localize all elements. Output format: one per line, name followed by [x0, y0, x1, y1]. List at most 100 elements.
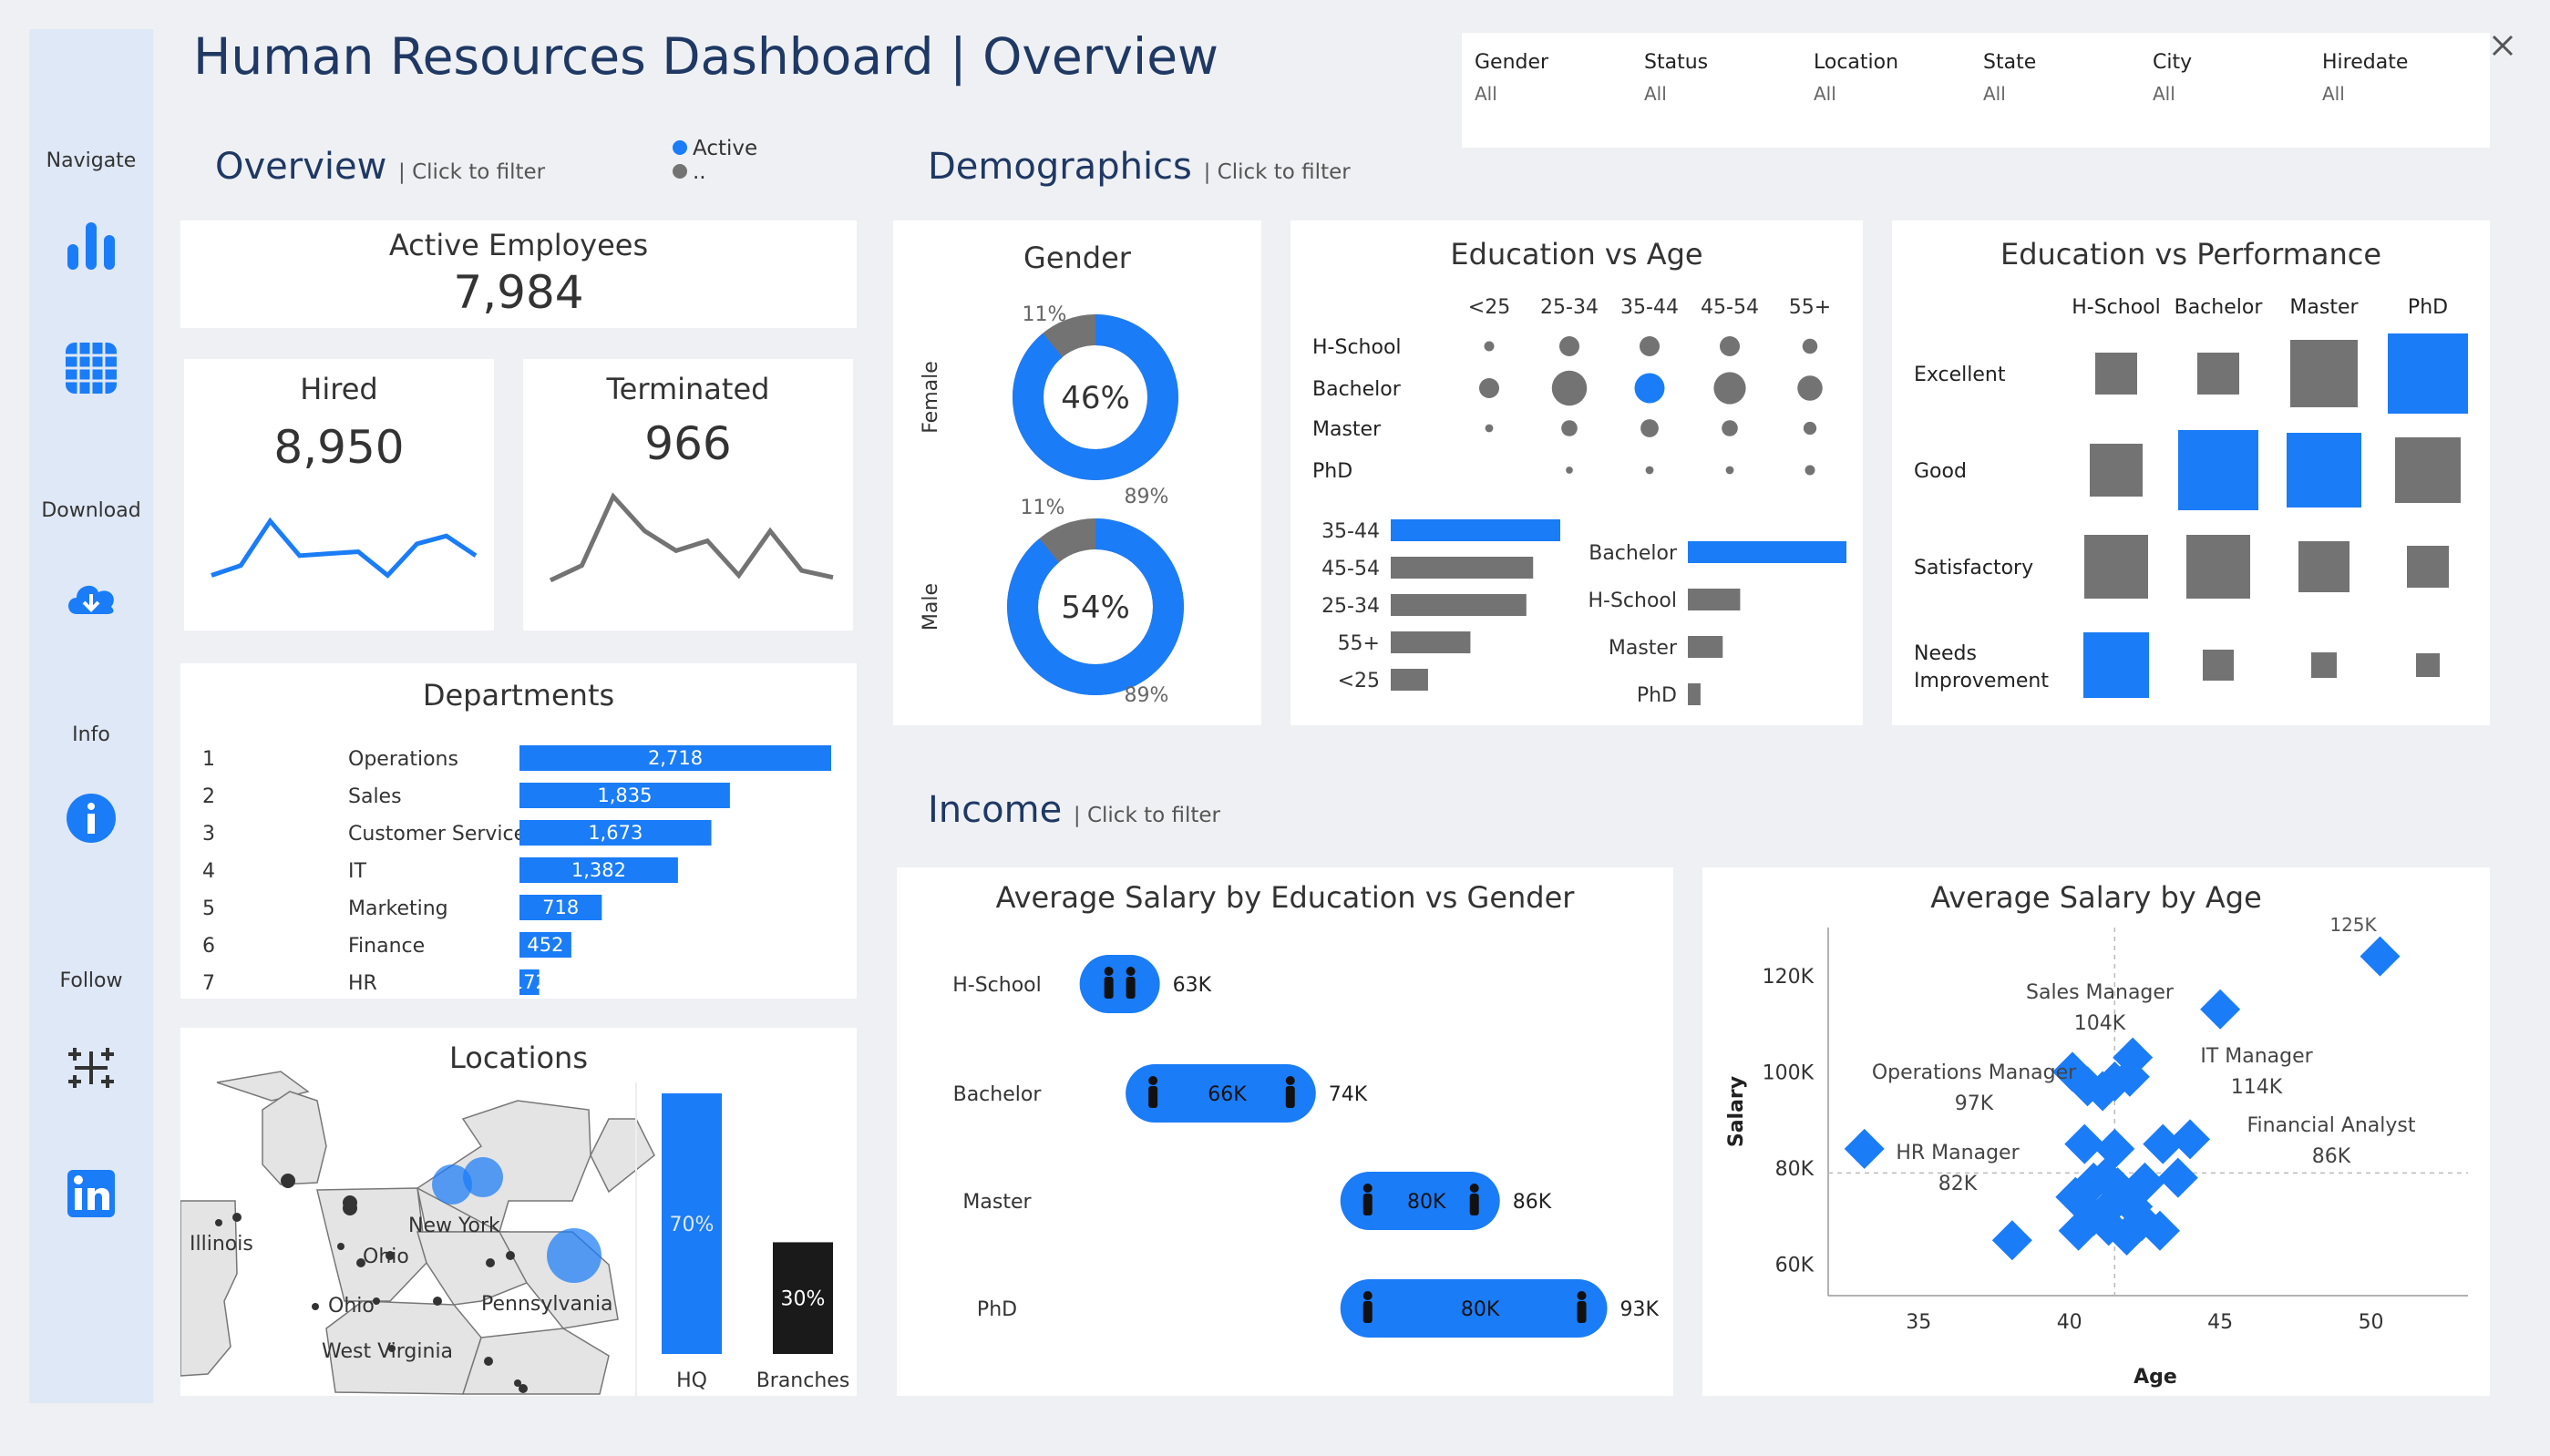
performance-square[interactable] [2311, 652, 2337, 678]
age-bar[interactable] [1391, 519, 1560, 541]
education-age-dot[interactable] [1645, 466, 1654, 475]
legend-other[interactable]: .. [673, 160, 757, 184]
department-row[interactable]: 5 Marketing 718 [202, 895, 602, 920]
education-age-dot[interactable] [1484, 341, 1495, 352]
performance-square[interactable] [2090, 444, 2143, 497]
education-age-dot[interactable] [1803, 421, 1817, 436]
salary-age-card[interactable]: Average Salary by Age 35 40 45 50 60K 80K 100K… [1702, 867, 2490, 1396]
education-age-dot[interactable] [1479, 378, 1499, 398]
department-row[interactable]: 6 Finance 452 [202, 932, 571, 958]
age-bar[interactable] [1391, 669, 1428, 691]
performance-square[interactable] [2084, 535, 2148, 599]
education-performance-chart[interactable]: H-School Bachelor Master PhD Excellent Good Sa… [1892, 220, 2490, 725]
scatter-point[interactable] [2200, 989, 2241, 1030]
scatter-point[interactable] [2360, 936, 2401, 977]
scatter-point[interactable] [2157, 1157, 2198, 1198]
gender-donut-male[interactable]: 54% 11% 89% [1007, 497, 1184, 707]
departments-card[interactable]: Departments 1 Operations 2,718 2 Sales 1,835 3… [180, 663, 857, 999]
filter-value[interactable]: All [1983, 83, 2036, 105]
income-section-header[interactable]: Income | Click to filter [928, 789, 1220, 831]
filter-hiredate[interactable]: Hiredate All [2322, 51, 2408, 105]
performance-square[interactable] [2197, 353, 2239, 395]
filter-value[interactable]: All [2322, 83, 2408, 105]
scatter-point[interactable] [1991, 1220, 2032, 1261]
gender-card[interactable]: Gender 46% 11% 89% 54% 11% 89% Female Male [893, 220, 1261, 725]
filter-location[interactable]: Location All [1814, 51, 1898, 105]
performance-square[interactable] [2416, 653, 2440, 677]
education-bar[interactable] [1688, 541, 1846, 563]
performance-square[interactable] [2203, 650, 2234, 681]
filter-value[interactable]: All [2153, 83, 2192, 105]
education-bar[interactable] [1688, 589, 1741, 610]
education-age-dot[interactable] [1720, 336, 1740, 356]
education-age-card[interactable]: Education vs Age <25 25-34 35-44 45-54 55+ H-… [1290, 220, 1863, 725]
department-row[interactable]: 3 Customer Service 1,673 [202, 820, 712, 846]
salary-education-card[interactable]: Average Salary by Education vs Gender H-… [897, 867, 1673, 1396]
performance-square[interactable] [2298, 541, 2349, 592]
filter-value[interactable]: All [1814, 83, 1898, 105]
education-bar[interactable] [1688, 683, 1701, 705]
gender-donuts[interactable]: 46% 11% 89% 54% 11% 89% Female Male [893, 220, 1261, 725]
salary-education-row[interactable]: Bachelor 66K 74K [953, 1064, 1368, 1123]
salary-education-chart[interactable]: H-School 63K Bachelor 66K 74K Master 80K 86K PhD… [897, 867, 1673, 1396]
linkedin-icon[interactable] [64, 1166, 118, 1221]
performance-square[interactable] [2186, 535, 2250, 599]
education-age-dot[interactable] [1805, 465, 1815, 476]
education-age-dot[interactable] [1551, 370, 1588, 406]
scatter-point[interactable] [2170, 1119, 2211, 1160]
education-age-dot[interactable] [1640, 336, 1660, 356]
education-age-dot[interactable] [1640, 419, 1659, 437]
legend-active[interactable]: Active [673, 137, 757, 160]
performance-square[interactable] [2395, 437, 2461, 503]
status-legend[interactable]: Active .. [673, 137, 757, 184]
salary-dumbbell[interactable] [1079, 955, 1160, 1013]
grid-icon[interactable] [64, 341, 118, 395]
education-age-chart[interactable]: <25 25-34 35-44 45-54 55+ H-School Bachelor Mas… [1290, 220, 1863, 725]
salary-education-row[interactable]: H-School 63K [952, 955, 1212, 1013]
performance-square[interactable] [2287, 433, 2361, 508]
education-age-dot[interactable] [1802, 338, 1818, 354]
performance-square[interactable] [2095, 353, 2137, 395]
education-age-dot[interactable] [1566, 467, 1573, 474]
demographics-section-header[interactable]: Demographics | Click to filter [928, 146, 1351, 188]
department-row[interactable]: 1 Operations 2,718 [202, 745, 831, 771]
education-bar[interactable] [1688, 636, 1723, 658]
info-icon[interactable] [64, 791, 118, 846]
age-bar[interactable] [1391, 594, 1527, 616]
education-age-dot[interactable] [1722, 420, 1738, 436]
education-age-dot[interactable] [1559, 336, 1579, 356]
gender-donut-female[interactable]: 46% 11% 89% [1013, 303, 1178, 508]
salary-education-row[interactable]: Master 80K 86K [962, 1172, 1552, 1230]
age-bar[interactable] [1391, 631, 1471, 653]
filter-value[interactable]: All [1644, 83, 1708, 105]
tableau-icon[interactable] [64, 1041, 118, 1095]
cloud-download-icon[interactable] [64, 569, 118, 623]
education-age-dot[interactable] [1713, 372, 1746, 405]
age-bar[interactable] [1391, 557, 1534, 579]
terminated-card[interactable]: Terminated 966 [523, 359, 853, 631]
scatter-point[interactable] [1844, 1128, 1885, 1169]
department-row[interactable]: 2 Sales 1,835 [202, 783, 730, 808]
performance-square[interactable] [2407, 546, 2449, 588]
department-row[interactable]: 4 IT 1,382 [202, 857, 678, 883]
departments-chart[interactable]: 1 Operations 2,718 2 Sales 1,835 3 Customer Ser… [180, 729, 857, 999]
scatter-point[interactable] [2064, 1123, 2105, 1164]
filter-state[interactable]: State All [1983, 51, 2036, 105]
performance-square[interactable] [2083, 632, 2149, 698]
close-button[interactable] [2484, 27, 2521, 64]
performance-square[interactable] [2290, 340, 2358, 407]
salary-education-row[interactable]: PhD 80K 93K [977, 1279, 1660, 1338]
filter-gender[interactable]: Gender All [1475, 51, 1548, 105]
education-age-dot[interactable] [1725, 466, 1734, 475]
department-row[interactable]: 7 HR 172 [202, 969, 548, 995]
active-employees-card[interactable]: Active Employees 7,984 [180, 220, 857, 328]
overview-section-header[interactable]: Overview | Click to filter [215, 146, 545, 188]
performance-square[interactable] [2388, 333, 2468, 414]
locations-card[interactable]: Locations Illinois Ohio New York Ohio Pe… [180, 1028, 857, 1396]
filter-city[interactable]: City All [2153, 51, 2192, 105]
performance-square[interactable] [2178, 430, 2258, 510]
education-age-dot[interactable] [1797, 375, 1823, 401]
bar-chart-icon[interactable] [64, 217, 118, 272]
education-performance-card[interactable]: Education vs Performance H-School Bachelo… [1892, 220, 2490, 725]
education-age-dot[interactable] [1634, 373, 1665, 404]
